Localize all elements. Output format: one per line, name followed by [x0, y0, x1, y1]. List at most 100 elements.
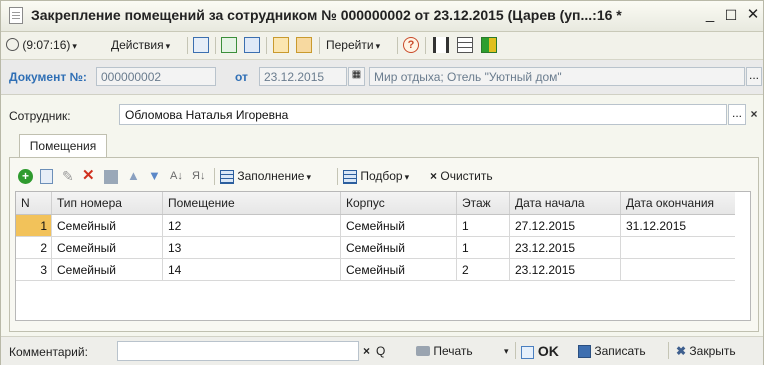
printer-icon — [416, 345, 430, 356]
toolbar-separator — [266, 37, 267, 54]
calendar-icon[interactable]: ▦ — [348, 67, 365, 86]
main-toolbar: (9:07:16) ▾ Действия ▾ Перейти ▾ ? — [1, 32, 763, 60]
edit-row-icon[interactable]: ✎ — [62, 166, 74, 186]
column-header-room-type[interactable]: Тип номера — [51, 192, 163, 215]
cell-start-date[interactable]: 23.12.2015 — [509, 236, 621, 259]
time-indicator[interactable]: (9:07:16) ▾ — [6, 36, 77, 55]
column-header-start-date[interactable]: Дата начала — [509, 192, 621, 215]
copy-row-icon[interactable] — [40, 166, 53, 186]
cell-room[interactable]: 14 — [162, 258, 341, 281]
tab-rooms[interactable]: Помещения — [19, 134, 107, 158]
print-label: Печать — [433, 344, 473, 358]
save-button[interactable]: Записать — [578, 341, 646, 361]
cell-room[interactable]: 12 — [162, 214, 341, 237]
cell-floor[interactable]: 1 — [456, 214, 510, 237]
pick-menu[interactable]: Подбор ▾ — [343, 166, 409, 186]
table-row[interactable]: 2 Семейный 13 Семейный 1 23.12.2015 — [16, 236, 735, 259]
save-icon — [578, 345, 591, 359]
toolbar-separator — [319, 37, 320, 54]
print-dropdown-button[interactable]: ▾ — [504, 341, 509, 361]
toolbar-separator — [337, 168, 338, 185]
maximize-button[interactable]: ☐ — [722, 6, 740, 24]
document-header: Документ №: 000000002 от 23.12.2015 ▦ Ми… — [1, 60, 763, 95]
print-button[interactable]: Печать — [416, 341, 473, 361]
fill-icon — [220, 169, 234, 184]
comment-label: Комментарий: — [9, 345, 88, 359]
employee-field[interactable]: Обломова Наталья Игоревна — [119, 104, 727, 125]
cell-floor[interactable]: 1 — [456, 236, 510, 259]
clear-label: Очистить — [440, 169, 493, 183]
goto-label: Перейти — [326, 38, 374, 52]
cell-room-type[interactable]: Семейный — [51, 258, 163, 281]
refresh-icon[interactable] — [221, 37, 237, 53]
clear-table-button[interactable]: × Очистить — [430, 166, 493, 186]
fill-menu[interactable]: Заполнение ▾ — [220, 166, 311, 186]
cell-floor[interactable]: 2 — [456, 258, 510, 281]
cell-number[interactable]: 1 — [16, 214, 52, 237]
end-edit-icon[interactable] — [104, 166, 118, 186]
cell-end-date[interactable] — [620, 258, 735, 281]
chevron-down-icon: ▾ — [72, 41, 77, 51]
footer-separator — [668, 342, 669, 359]
comment-field[interactable] — [117, 341, 359, 361]
column-header-room[interactable]: Помещение — [162, 192, 341, 215]
column-header-end-date[interactable]: Дата окончания — [620, 192, 735, 215]
title-bar: Закрепление помещений за сотрудником № 0… — [1, 1, 763, 32]
sort-descending-icon[interactable]: Я↓ — [192, 166, 205, 186]
cell-start-date[interactable]: 23.12.2015 — [509, 258, 621, 281]
footer-bar: Комментарий: × Q Печать ▾ OK Записать ✖ … — [1, 336, 763, 365]
document-date-field[interactable]: 23.12.2015 — [259, 67, 347, 86]
comment-search-button[interactable]: Q — [376, 341, 385, 361]
cell-room-type[interactable]: Семейный — [51, 236, 163, 259]
report-icon[interactable] — [481, 37, 497, 53]
comment-clear-button[interactable]: × — [363, 341, 370, 361]
add-row-icon[interactable]: + — [18, 166, 33, 186]
structure-icon[interactable] — [296, 37, 312, 53]
close-window-button[interactable]: ✕ — [744, 6, 762, 24]
copy-icon[interactable] — [244, 37, 260, 53]
clear-icon: × — [430, 169, 438, 183]
organization-select-button[interactable]: ... — [746, 67, 762, 86]
column-header-number[interactable]: N — [16, 192, 52, 215]
post-document-icon[interactable] — [193, 37, 209, 53]
column-header-floor[interactable]: Этаж — [456, 192, 510, 215]
table-row[interactable]: 1 Семейный 12 Семейный 1 27.12.2015 31.1… — [16, 214, 735, 237]
close-icon: ✖ — [676, 344, 687, 358]
employee-clear-button[interactable]: × — [747, 104, 761, 125]
cell-number[interactable]: 2 — [16, 236, 52, 259]
enter-on-basis-icon[interactable] — [273, 37, 289, 53]
sort-ascending-icon[interactable]: A↓ — [170, 166, 183, 186]
cell-end-date[interactable] — [620, 236, 735, 259]
help-icon[interactable]: ? — [403, 37, 419, 53]
ok-button[interactable]: OK — [521, 341, 559, 361]
cell-room-type[interactable]: Семейный — [51, 214, 163, 237]
goto-menu[interactable]: Перейти ▾ — [326, 36, 380, 55]
rooms-table-grid: N Тип номера Помещение Корпус Этаж Дата … — [16, 192, 735, 281]
cell-end-date[interactable]: 31.12.2015 — [620, 214, 735, 237]
document-number-label: Документ №: — [9, 70, 87, 84]
cell-building[interactable]: Семейный — [340, 214, 457, 237]
document-number-field[interactable]: 000000002 — [96, 67, 216, 86]
fill-label: Заполнение — [237, 169, 305, 183]
chevron-down-icon: ▾ — [375, 41, 381, 51]
close-label: Закрыть — [689, 344, 736, 358]
employee-select-button[interactable]: ... — [728, 104, 746, 125]
table-row[interactable]: 3 Семейный 14 Семейный 2 23.12.2015 — [16, 258, 735, 281]
document-window: Закрепление помещений за сотрудником № 0… — [0, 0, 764, 365]
actions-menu[interactable]: Действия ▾ — [111, 36, 170, 55]
move-down-icon[interactable]: ▼ — [148, 166, 161, 186]
cell-start-date[interactable]: 27.12.2015 — [509, 214, 621, 237]
delete-row-icon[interactable]: ✕ — [82, 166, 95, 186]
cell-number[interactable]: 3 — [16, 258, 52, 281]
movements-icon[interactable] — [433, 37, 449, 53]
cell-room[interactable]: 13 — [162, 236, 341, 259]
list-icon[interactable] — [457, 37, 473, 53]
cell-building[interactable]: Семейный — [340, 236, 457, 259]
organization-field[interactable]: Мир отдыха; Отель "Уютный дом" — [369, 67, 745, 86]
move-up-icon[interactable]: ▲ — [127, 166, 140, 186]
column-header-building[interactable]: Корпус — [340, 192, 457, 215]
ok-label: OK — [537, 343, 559, 359]
close-button[interactable]: ✖ Закрыть — [676, 341, 736, 361]
cell-building[interactable]: Семейный — [340, 258, 457, 281]
minimize-button[interactable]: _ — [701, 6, 719, 24]
